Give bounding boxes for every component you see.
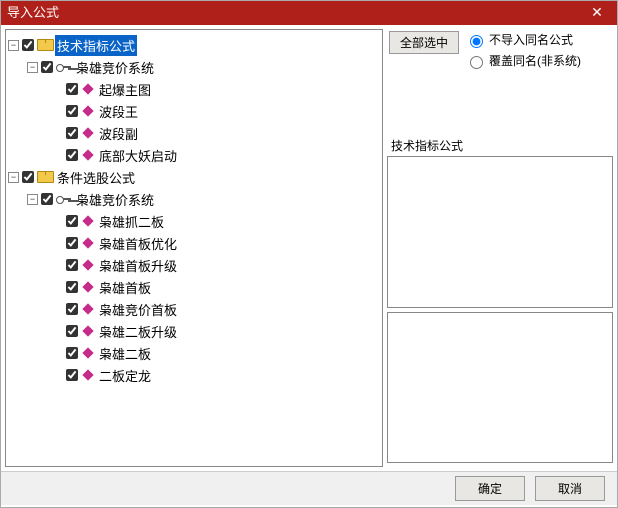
tree-row-item[interactable]: 枭雄二板: [8, 342, 380, 364]
node-label[interactable]: 枭雄竞价首板: [97, 299, 179, 320]
node-label[interactable]: 底部大妖启动: [97, 145, 179, 166]
node-label[interactable]: 枭雄首板升级: [97, 255, 179, 276]
diamond-icon: [82, 325, 93, 336]
node-label[interactable]: 技术指标公式: [55, 35, 137, 56]
diamond-icon: [82, 347, 93, 358]
checkbox[interactable]: [41, 193, 53, 205]
diamond-icon: [82, 303, 93, 314]
expander-icon[interactable]: −: [8, 172, 19, 183]
import-mode-group: 不导入同名公式 覆盖同名(非系统): [465, 31, 581, 69]
node-label[interactable]: 条件选股公式: [55, 167, 137, 188]
diamond-icon: [82, 83, 93, 94]
folder-icon: [37, 39, 52, 51]
checkbox[interactable]: [66, 281, 78, 293]
diamond-icon: [82, 259, 93, 270]
radio-skip-same-name[interactable]: 不导入同名公式: [465, 31, 581, 48]
checkbox[interactable]: [22, 171, 34, 183]
tree-row-item[interactable]: 波段王: [8, 100, 380, 122]
diamond-icon: [82, 369, 93, 380]
diamond-icon: [82, 281, 93, 292]
checkbox[interactable]: [22, 39, 34, 51]
tree-row-item[interactable]: 枭雄首板升级: [8, 254, 380, 276]
tree-row-item[interactable]: 枭雄首板优化: [8, 232, 380, 254]
tree-row-system[interactable]: − 枭雄竞价系统: [8, 56, 380, 78]
tree-row-tech-indicator[interactable]: − 技术指标公式: [8, 34, 380, 56]
node-label[interactable]: 枭雄抓二板: [97, 211, 166, 232]
node-label[interactable]: 波段副: [97, 123, 140, 144]
node-label[interactable]: 枭雄竞价系统: [74, 189, 156, 210]
node-label[interactable]: 枭雄二板: [97, 343, 153, 364]
node-label[interactable]: 二板定龙: [97, 365, 153, 386]
diamond-icon: [82, 105, 93, 116]
bottom-bar: 确定 取消: [1, 471, 617, 505]
checkbox[interactable]: [66, 259, 78, 271]
tree-row-item[interactable]: 枭雄二板升级: [8, 320, 380, 342]
tree-row-item[interactable]: 枭雄抓二板: [8, 210, 380, 232]
radio-label: 不导入同名公式: [489, 31, 573, 48]
radio-override-same-name[interactable]: 覆盖同名(非系统): [465, 52, 581, 69]
folder-icon: [37, 171, 52, 183]
node-label[interactable]: 波段王: [97, 101, 140, 122]
checkbox[interactable]: [66, 237, 78, 249]
checkbox[interactable]: [41, 61, 53, 73]
tree-row-system[interactable]: − 枭雄竞价系统: [8, 188, 380, 210]
expander-icon[interactable]: −: [27, 62, 38, 73]
checkbox[interactable]: [66, 215, 78, 227]
ok-button[interactable]: 确定: [455, 476, 525, 501]
node-label[interactable]: 枭雄二板升级: [97, 321, 179, 342]
close-icon: ✕: [591, 4, 603, 20]
node-label[interactable]: 起爆主图: [97, 79, 153, 100]
diamond-icon: [82, 237, 93, 248]
info-box-1: [387, 156, 613, 308]
expander-icon[interactable]: −: [27, 194, 38, 205]
checkbox[interactable]: [66, 369, 78, 381]
tree-row-item[interactable]: 波段副: [8, 122, 380, 144]
node-label[interactable]: 枭雄首板: [97, 277, 153, 298]
radio-label: 覆盖同名(非系统): [489, 52, 581, 69]
checkbox[interactable]: [66, 127, 78, 139]
right-pane: 全部选中 不导入同名公式 覆盖同名(非系统) 技术指标公式: [387, 25, 617, 471]
checkbox[interactable]: [66, 325, 78, 337]
checkbox[interactable]: [66, 83, 78, 95]
window-title: 导入公式: [7, 5, 59, 20]
checkbox[interactable]: [66, 303, 78, 315]
select-all-button[interactable]: 全部选中: [389, 31, 459, 54]
node-label[interactable]: 枭雄竞价系统: [74, 57, 156, 78]
tree-row-condition[interactable]: − 条件选股公式: [8, 166, 380, 188]
tree-row-item[interactable]: 二板定龙: [8, 364, 380, 386]
diamond-icon: [82, 149, 93, 160]
tree-pane[interactable]: − 技术指标公式 − 枭雄竞价系统 起爆主图 波段王: [5, 29, 383, 467]
diamond-icon: [82, 127, 93, 138]
options-row: 全部选中 不导入同名公式 覆盖同名(非系统): [387, 29, 613, 75]
tree-row-item[interactable]: 枭雄竞价首板: [8, 298, 380, 320]
close-button[interactable]: ✕: [577, 1, 617, 25]
checkbox[interactable]: [66, 347, 78, 359]
cancel-button[interactable]: 取消: [535, 476, 605, 501]
expander-icon[interactable]: −: [8, 40, 19, 51]
content-area: − 技术指标公式 − 枭雄竞价系统 起爆主图 波段王: [1, 25, 617, 471]
tree-row-item[interactable]: 底部大妖启动: [8, 144, 380, 166]
info-box-2: [387, 312, 613, 464]
node-label[interactable]: 枭雄首板优化: [97, 233, 179, 254]
tree-row-item[interactable]: 枭雄首板: [8, 276, 380, 298]
radio-input[interactable]: [470, 35, 483, 48]
key-icon: [56, 193, 72, 205]
key-icon: [56, 61, 72, 73]
checkbox[interactable]: [66, 105, 78, 117]
checkbox[interactable]: [66, 149, 78, 161]
radio-input[interactable]: [470, 56, 483, 69]
diamond-icon: [82, 215, 93, 226]
titlebar: 导入公式 ✕: [1, 1, 617, 25]
info-header: 技术指标公式: [387, 135, 613, 156]
tree-row-item[interactable]: 起爆主图: [8, 78, 380, 100]
